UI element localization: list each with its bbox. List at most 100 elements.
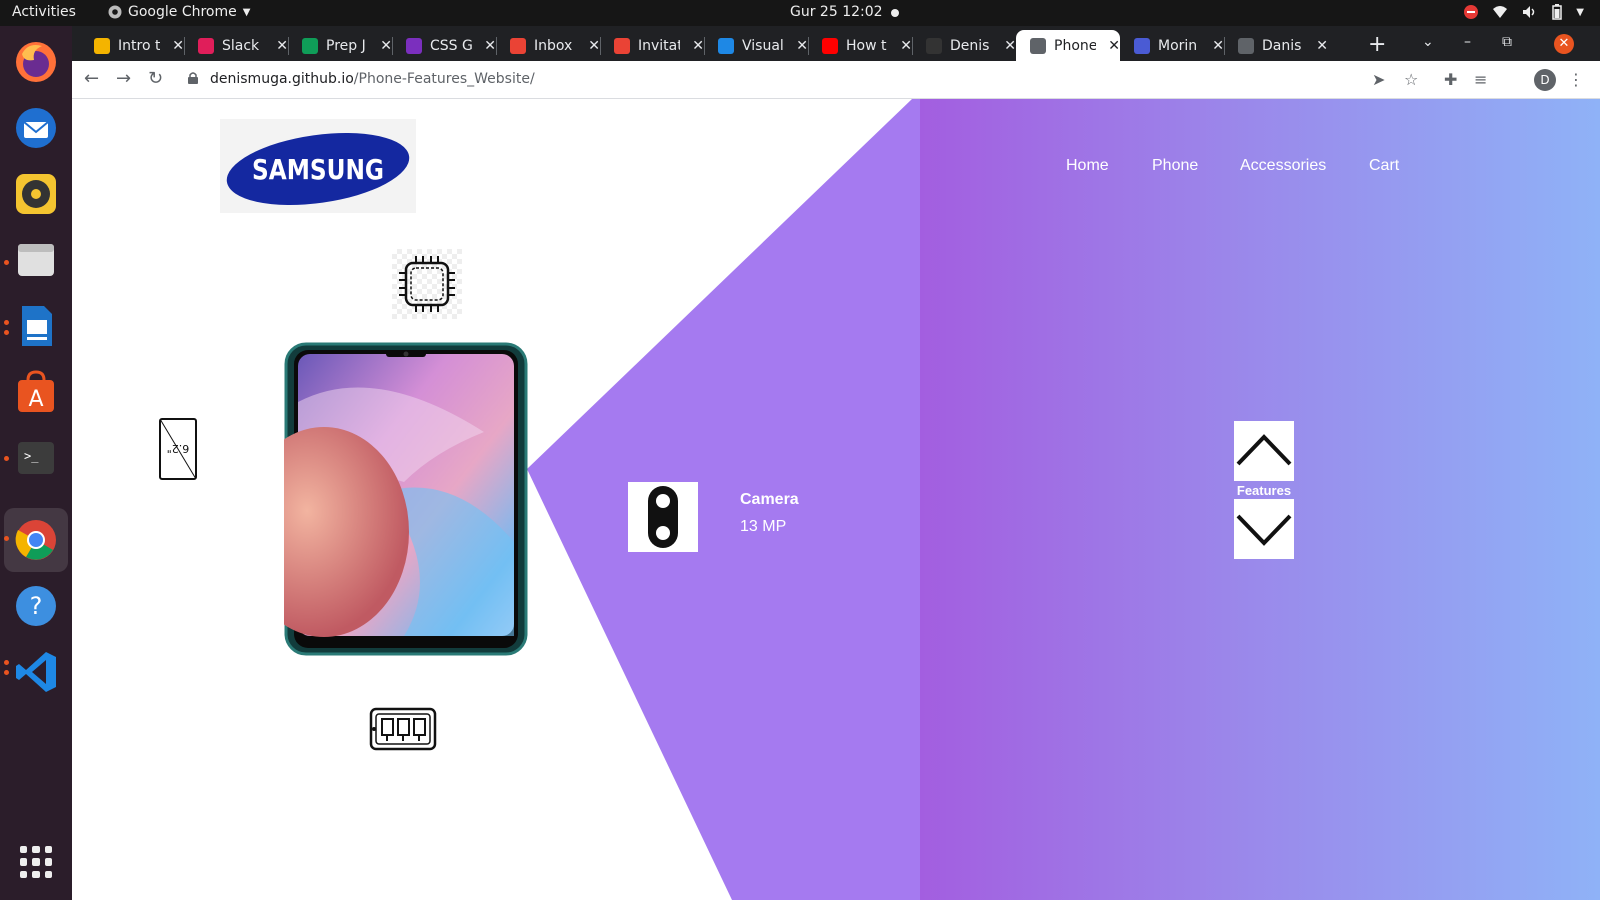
chevron-up-icon xyxy=(1236,434,1292,466)
terminal-icon[interactable]: >_ xyxy=(12,434,60,482)
tab-close-icon[interactable]: ✕ xyxy=(588,38,600,54)
maximize-button[interactable]: ⧉ xyxy=(1502,34,1512,50)
tab-separator xyxy=(1224,37,1225,55)
browser-tab[interactable]: Denis ✕ xyxy=(912,30,1016,61)
camera-lens-icon xyxy=(648,486,678,548)
bookmark-star-icon[interactable]: ☆ xyxy=(1404,70,1418,89)
chrome-small-icon xyxy=(108,5,122,19)
samsung-logo[interactable]: SAMSUNG xyxy=(220,119,416,213)
extensions-puzzle-icon[interactable]: ✚ xyxy=(1444,70,1457,89)
chrome-icon[interactable] xyxy=(12,516,60,564)
browser-tab[interactable]: CSS Gr ✕ xyxy=(392,30,496,61)
tab-close-icon[interactable]: ✕ xyxy=(1004,38,1016,54)
files-running-indicator xyxy=(4,260,9,265)
firefox-icon[interactable] xyxy=(12,38,60,86)
tab-favicon-icon xyxy=(94,37,110,54)
features-up-button[interactable] xyxy=(1234,421,1294,481)
rhythmbox-icon[interactable] xyxy=(12,170,60,218)
tab-close-icon[interactable]: ✕ xyxy=(1212,38,1224,54)
tab-search-chevron-icon[interactable]: ⌄ xyxy=(1422,34,1434,50)
thunderbird-icon[interactable] xyxy=(12,104,60,152)
screen-size-label: 6.2" xyxy=(167,442,190,455)
terminal-running-indicator xyxy=(4,456,9,461)
tab-close-icon[interactable]: ✕ xyxy=(692,38,704,54)
profile-avatar[interactable]: D xyxy=(1534,69,1556,91)
libreoffice-impress-icon[interactable] xyxy=(12,302,60,350)
address-bar[interactable]: denismuga.github.io/Phone-Features_Websi… xyxy=(210,71,535,87)
features-down-button[interactable] xyxy=(1234,499,1294,559)
chrome-running-indicator xyxy=(4,536,9,541)
browser-tab[interactable]: Intro t ✕ xyxy=(80,30,184,61)
software-center-icon[interactable]: A xyxy=(12,368,60,416)
files-icon[interactable] xyxy=(12,236,60,284)
tab-label: Danis xyxy=(1262,37,1302,54)
media-control-icon[interactable]: ≡ xyxy=(1474,70,1487,89)
reload-icon[interactable]: ↻ xyxy=(148,68,163,89)
system-menu-chevron-icon: ▼ xyxy=(1576,6,1584,18)
tab-separator xyxy=(288,37,289,55)
show-applications-grid-icon[interactable] xyxy=(20,846,52,878)
tab-close-icon[interactable]: ✕ xyxy=(380,38,392,54)
tab-separator xyxy=(808,37,809,55)
vscode-icon[interactable] xyxy=(12,648,60,696)
help-icon[interactable]: ? xyxy=(12,582,60,630)
tab-label: Intro t xyxy=(118,37,161,54)
feature-title: Camera xyxy=(740,491,799,508)
wifi-icon xyxy=(1493,6,1508,18)
ram-feature-button[interactable] xyxy=(369,707,437,751)
screen-size-feature-button[interactable]: 6.2" xyxy=(158,417,198,481)
nav-home-link[interactable]: Home xyxy=(1066,157,1109,175)
vscode-running-indicator xyxy=(4,660,9,665)
browser-tab[interactable]: How t ✕ xyxy=(808,30,912,61)
clock[interactable]: Gur 25 12:02 xyxy=(790,4,883,20)
browser-tab[interactable]: Prep J ✕ xyxy=(288,30,392,61)
tab-close-icon[interactable]: ✕ xyxy=(484,38,496,54)
screen-size-icon: 6.2" xyxy=(159,418,197,480)
browser-tab[interactable]: Phone ✕ xyxy=(1016,30,1120,61)
tab-favicon-icon xyxy=(1030,37,1046,54)
tab-label: Phone xyxy=(1054,37,1097,54)
nav-accessories-link[interactable]: Accessories xyxy=(1240,157,1326,175)
tab-favicon-icon xyxy=(1238,37,1254,54)
browser-tab[interactable]: Invitat ✕ xyxy=(600,30,704,61)
nav-cart-link[interactable]: Cart xyxy=(1369,157,1399,175)
battery-icon xyxy=(1552,4,1563,20)
browser-toolbar: ← → ↻ denismuga.github.io/Phone-Features… xyxy=(72,61,1600,99)
browser-tab[interactable]: Inbox ✕ xyxy=(496,30,600,61)
tab-close-icon[interactable]: ✕ xyxy=(1316,38,1328,54)
browser-tab[interactable]: Danis ✕ xyxy=(1224,30,1328,61)
impress-running-indicator-2 xyxy=(4,330,9,335)
minimize-button[interactable]: – xyxy=(1464,34,1471,50)
processor-feature-button[interactable] xyxy=(392,249,462,319)
forward-arrow-icon[interactable]: → xyxy=(116,68,131,89)
tab-favicon-icon xyxy=(302,37,318,54)
tab-favicon-icon xyxy=(614,37,630,54)
lock-icon[interactable] xyxy=(188,72,198,84)
browser-tab[interactable]: Slack | ✕ xyxy=(184,30,288,61)
browser-tab-strip: Intro t✕Slack |✕Prep J✕CSS Gr✕Inbox✕Invi… xyxy=(72,26,1600,61)
activities-button[interactable]: Activities xyxy=(12,4,76,20)
tab-label: CSS Gr xyxy=(430,37,473,54)
nav-phone-link[interactable]: Phone xyxy=(1152,157,1198,175)
url-path: /Phone-Features_Website/ xyxy=(353,71,535,87)
system-tray[interactable]: ▼ xyxy=(1464,4,1584,20)
browser-tab[interactable]: Visual ✕ xyxy=(704,30,808,61)
chevron-down-icon xyxy=(1236,514,1292,546)
back-arrow-icon[interactable]: ← xyxy=(84,68,99,89)
camera-feature-button[interactable] xyxy=(628,482,698,552)
new-tab-button[interactable]: + xyxy=(1368,32,1386,57)
feature-value: 13 MP xyxy=(740,518,787,535)
app-menu[interactable]: Google Chrome ▼ xyxy=(108,4,250,20)
browser-tab[interactable]: Morin ✕ xyxy=(1120,30,1224,61)
tab-favicon-icon xyxy=(510,37,526,54)
tab-close-icon[interactable]: ✕ xyxy=(796,38,808,54)
tab-close-icon[interactable]: ✕ xyxy=(276,38,288,54)
ubuntu-dock: A >_ ? xyxy=(0,26,72,900)
tab-close-icon[interactable]: ✕ xyxy=(172,38,184,54)
kebab-menu-icon[interactable]: ⋮ xyxy=(1568,70,1584,89)
tab-separator xyxy=(392,37,393,55)
tab-close-icon[interactable]: ✕ xyxy=(900,38,912,54)
window-close-button[interactable]: ✕ xyxy=(1554,34,1574,54)
send-icon[interactable]: ➤ xyxy=(1372,70,1385,89)
tab-close-icon[interactable]: ✕ xyxy=(1108,38,1120,54)
